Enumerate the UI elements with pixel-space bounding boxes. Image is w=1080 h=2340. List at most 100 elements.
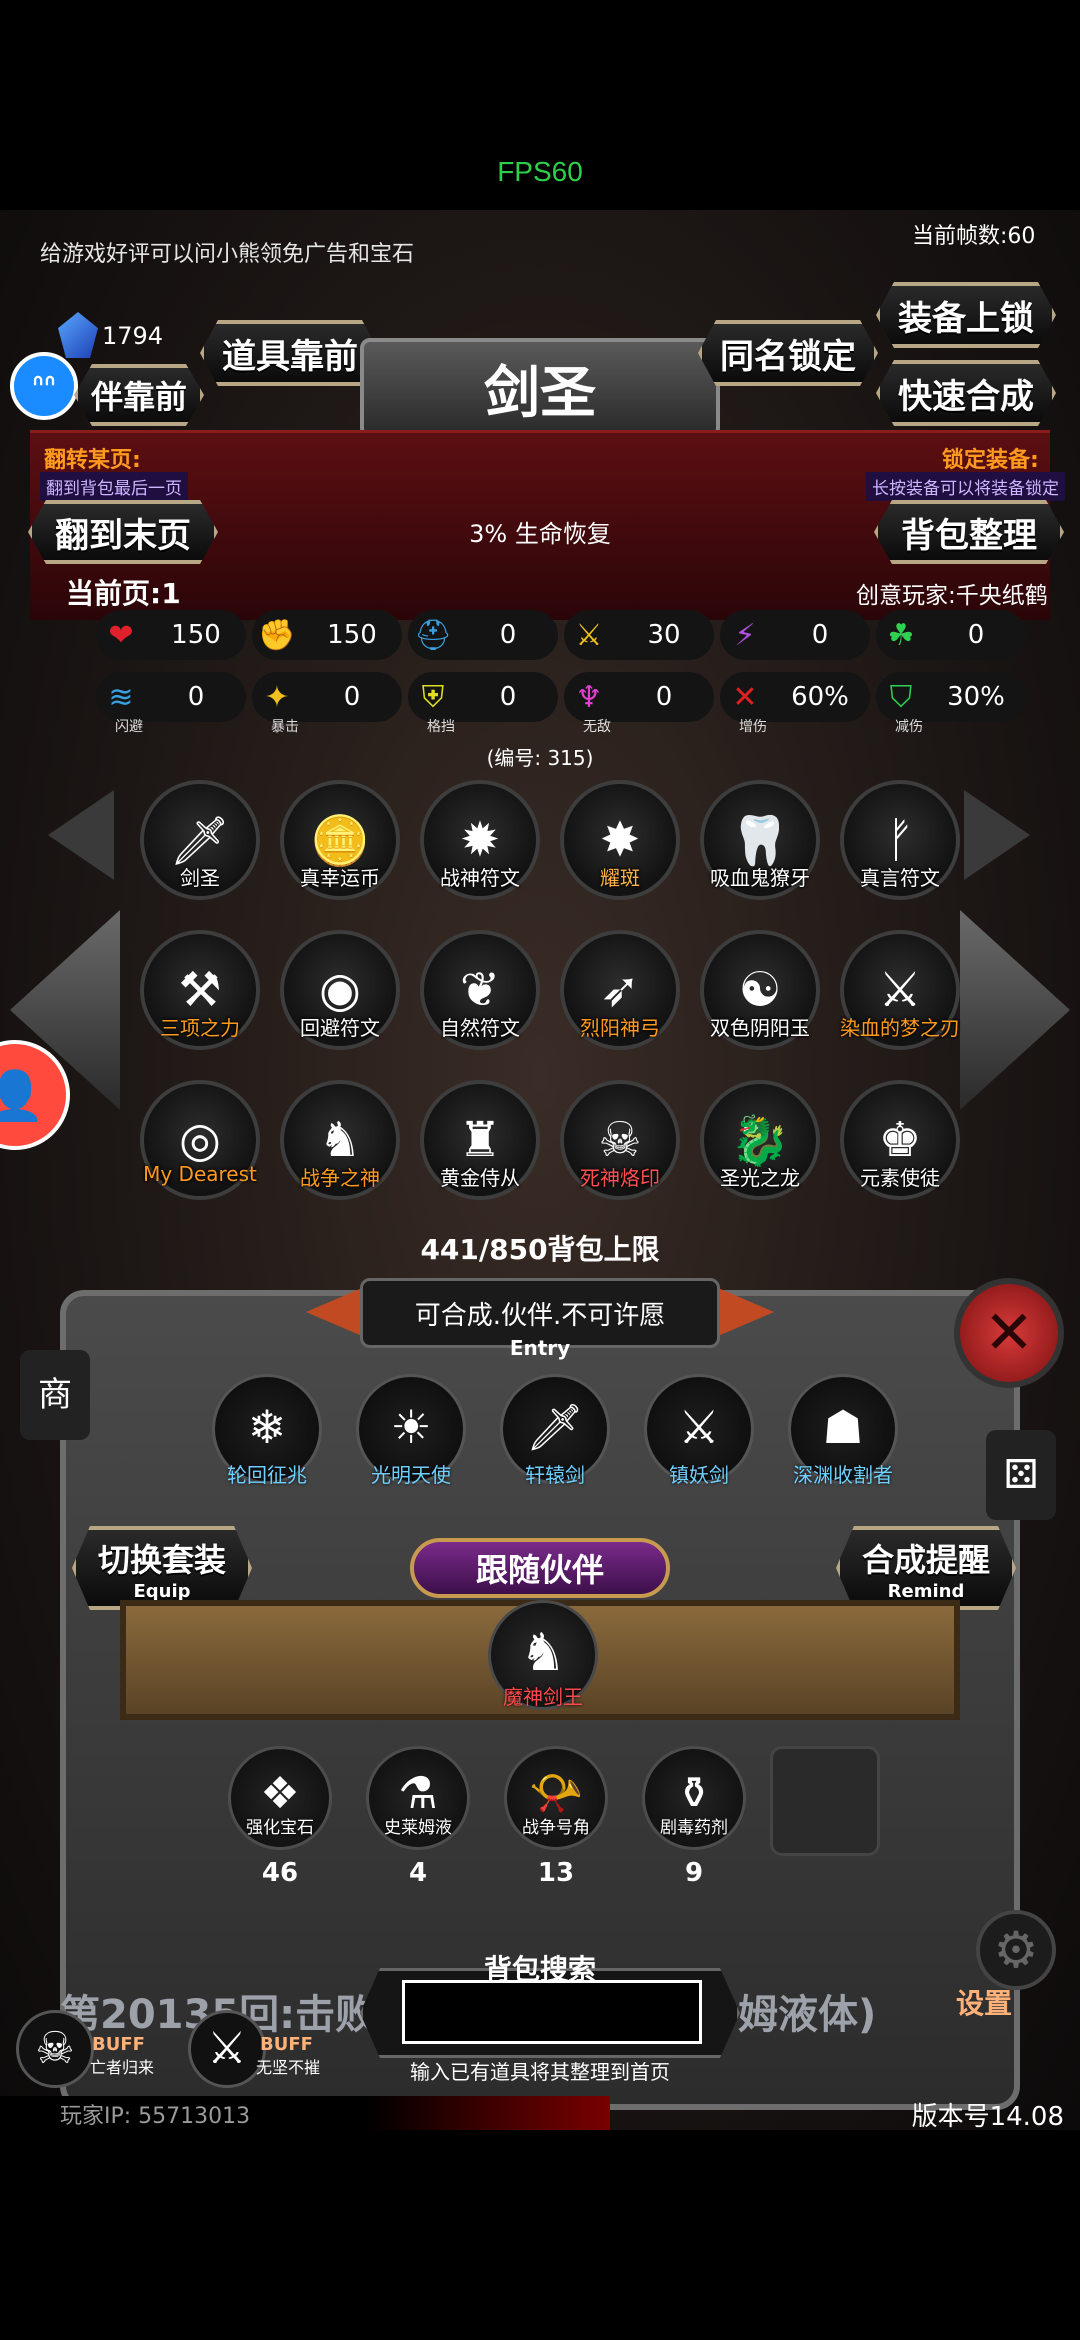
component-slot[interactable]: ⚔ 镇妖剑: [644, 1374, 754, 1487]
material-count: 4: [408, 1858, 428, 1888]
item-name: 染血的梦之刃: [840, 1016, 960, 1040]
title-text: 剑圣: [484, 360, 596, 426]
material-slot[interactable]: 📯 战争号角: [504, 1746, 608, 1850]
stat-a-3: ⚔ 30: [564, 610, 714, 660]
bag-item[interactable]: ☠ 死神烙印: [560, 1080, 680, 1230]
lock-equip-label: 锁定装备:: [942, 448, 1039, 473]
empty-slot[interactable]: [770, 1746, 880, 1856]
switch-set-sublabel: Equip: [133, 1580, 191, 1602]
bag-item[interactable]: ✹ 战神符文: [420, 780, 540, 930]
shop-icon[interactable]: 商: [20, 1350, 90, 1440]
close-icon[interactable]: ✕: [954, 1278, 1064, 1388]
merge-remind-sublabel: Remind: [887, 1580, 965, 1602]
same-name-lock-button[interactable]: 同名锁定: [698, 320, 878, 386]
crossed-swords-buff-icon[interactable]: ⚔: [188, 2010, 266, 2088]
stat-b-5: ⛉ 30% 减伤: [876, 672, 1026, 735]
material-count: 9: [684, 1858, 704, 1888]
stats-row-2: ≋ 0 闪避 ✦ 0 暴击 ⛨ 0 格挡 ♆ 0 无敌 ✕ 60% 增伤 ⛉ 30% 减伤: [96, 672, 1026, 735]
lock-equip-desc: 长按装备可以将装备锁定: [866, 472, 1065, 501]
stat-value: 0: [187, 682, 205, 712]
block-icon: ⛨: [421, 679, 445, 715]
bag-item[interactable]: ◉ 回避符文: [280, 930, 400, 1080]
bag-limit: 441/850背包上限: [420, 1233, 660, 1266]
bag-item[interactable]: ☯ 双色阴阳玉: [700, 930, 820, 1080]
stat-caption: 无敌: [583, 719, 611, 735]
switch-set-label: 切换套装: [97, 1540, 226, 1579]
component-name: 深渊收割者: [793, 1463, 893, 1487]
stat-value: 0: [343, 682, 361, 712]
bag-item[interactable]: ⚒ 三项之力: [140, 930, 260, 1080]
component-slot[interactable]: ❄ 轮回征兆: [212, 1374, 322, 1487]
item-name: 耀斑: [600, 866, 640, 890]
stat-value: 150: [327, 620, 377, 650]
equip-lock-button[interactable]: 装备上锁: [876, 282, 1056, 348]
stat-value: 150: [171, 620, 221, 650]
stat-caption: 格挡: [427, 719, 455, 735]
stat-value: 30%: [947, 682, 1005, 712]
stat-value: 0: [499, 682, 517, 712]
serial-number: (编号: 315): [486, 746, 594, 770]
buff-1-sub: 亡者归来: [90, 2058, 155, 2077]
bag-item[interactable]: ➶ 烈阳神弓: [560, 930, 680, 1080]
item-name: 真幸运币: [300, 866, 380, 890]
switch-set-button[interactable]: 切换套装 Equip: [72, 1526, 252, 1610]
material-slot[interactable]: ⚱ 剧毒药剂: [642, 1746, 746, 1850]
buff-1-label: BUFF: [92, 2034, 145, 2055]
stat-a-2: ⛑ 0: [408, 610, 558, 660]
bag-item[interactable]: ⚔ 染血的梦之刃: [840, 930, 960, 1080]
entry-text: 可合成.伙伴.不可许愿: [414, 1300, 666, 1331]
stat-caption: 增伤: [739, 719, 767, 735]
component-name: 光明天使: [371, 1463, 451, 1487]
bag-item[interactable]: ᚠ 真言符文: [840, 780, 960, 930]
search-input[interactable]: [402, 1980, 702, 2044]
entry-subtitle: Entry: [509, 1336, 571, 1360]
bag-item[interactable]: ♚ 元素使徒: [840, 1080, 960, 1230]
bag-item[interactable]: ✸ 耀斑: [560, 780, 680, 930]
quick-merge-button[interactable]: 快速合成: [876, 360, 1056, 426]
merge-remind-button[interactable]: 合成提醒 Remind: [836, 1526, 1016, 1610]
component-name: 轩辕剑: [525, 1463, 585, 1487]
item-name: My Dearest: [143, 1162, 257, 1186]
stat-b-4: ✕ 60% 增伤: [720, 672, 870, 735]
material-count: 46: [261, 1858, 299, 1888]
bag-item[interactable]: 🪙 真幸运币: [280, 780, 400, 930]
bag-item[interactable]: ♞ 战争之神: [280, 1080, 400, 1230]
bag-item[interactable]: ❦ 自然符文: [420, 930, 540, 1080]
component-name: 镇妖剑: [669, 1463, 729, 1487]
merge-remind-label: 合成提醒: [861, 1540, 990, 1579]
dice-icon[interactable]: ⚄: [986, 1430, 1056, 1520]
settings-label[interactable]: 设置: [956, 1982, 1012, 2022]
bag-item[interactable]: 🐉 圣光之龙: [700, 1080, 820, 1230]
partner-slot[interactable]: ♞ 魔神剑王: [488, 1600, 598, 1710]
bag-item[interactable]: ♜ 黄金侍从: [420, 1080, 540, 1230]
bag-item[interactable]: 🦷 吸血鬼獠牙: [700, 780, 820, 930]
flip-page-desc: 翻到背包最后一页: [40, 472, 188, 501]
item-name: 三项之力: [160, 1016, 240, 1040]
clover-icon: ☘: [887, 617, 915, 653]
hint-text: 给游戏好评可以问小熊领免广告和宝石: [40, 242, 415, 267]
gem-count: 1794: [102, 322, 164, 350]
stat-caption: 闪避: [115, 719, 143, 735]
component-slot[interactable]: ☀ 光明天使: [356, 1374, 466, 1487]
material-slot[interactable]: ⚗ 史莱姆液: [366, 1746, 470, 1850]
frame-count: 当前帧数:60: [912, 224, 1036, 249]
stat-value: 0: [811, 620, 829, 650]
bag-item[interactable]: ◎ My Dearest: [140, 1080, 260, 1230]
bag-sort-button[interactable]: 背包整理: [874, 500, 1064, 564]
item-name: 双色阴阳玉: [710, 1016, 810, 1040]
chat-bubble-icon[interactable]: ᐢᐢ: [10, 352, 78, 420]
stat-value: 60%: [791, 682, 849, 712]
skull-buff-icon[interactable]: ☠: [16, 2010, 94, 2088]
component-slot[interactable]: ☗ 深渊收割者: [788, 1374, 898, 1487]
item-front-button[interactable]: 道具靠前: [200, 320, 380, 386]
item-name: 回避符文: [300, 1016, 380, 1040]
lightning-icon: ⚡: [734, 617, 756, 653]
battle-log-right: 姆液体): [738, 1992, 877, 2038]
stat-caption: 暴击: [271, 719, 299, 735]
partner-front-button[interactable]: 伴靠前: [74, 364, 204, 426]
component-slot[interactable]: 🗡 轩辕剑: [500, 1374, 610, 1487]
bag-item[interactable]: 🗡 剑圣: [140, 780, 260, 930]
damage-up-icon: ✕: [732, 679, 758, 715]
material-slot[interactable]: ❖ 强化宝石: [228, 1746, 332, 1850]
follow-partner-button[interactable]: 跟随伙伴: [410, 1538, 670, 1598]
